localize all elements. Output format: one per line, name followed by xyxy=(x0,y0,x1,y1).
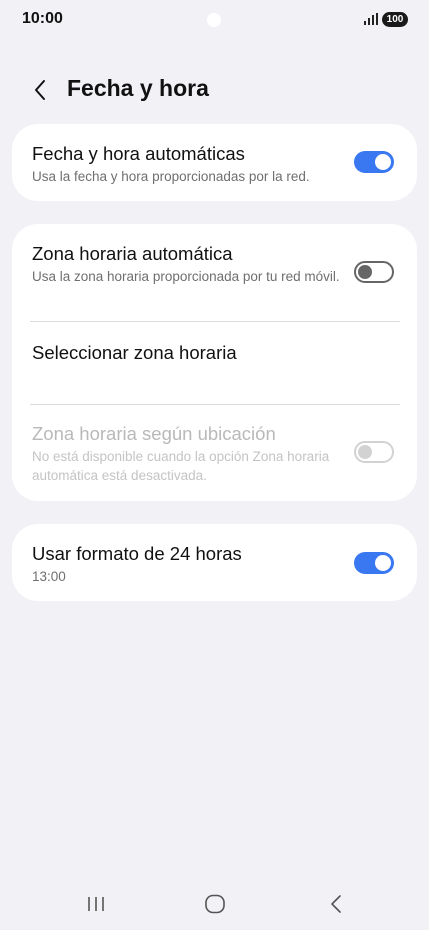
location-timezone-subtitle: No está disponible cuando la opción Zona… xyxy=(32,449,330,483)
back-icon xyxy=(331,895,341,913)
recents-button[interactable] xyxy=(76,884,116,924)
page-header: Fecha y hora xyxy=(0,68,429,112)
status-bar: 10:00 100 xyxy=(0,0,429,40)
signal-bars-icon xyxy=(364,13,378,25)
format-24h-title: Usar formato de 24 horas xyxy=(32,543,242,564)
location-timezone-row: Zona horaria según ubicación No está dis… xyxy=(12,405,417,501)
format-24h-toggle[interactable] xyxy=(354,552,394,574)
navigation-bar xyxy=(0,884,429,924)
auto-timezone-toggle[interactable] xyxy=(354,261,394,283)
auto-datetime-title: Fecha y hora automáticas xyxy=(32,143,245,164)
location-timezone-title: Zona horaria según ubicación xyxy=(32,423,276,444)
home-icon xyxy=(205,894,225,914)
camera-cutout xyxy=(207,13,221,27)
auto-datetime-card: Fecha y hora automáticas Usa la fecha y … xyxy=(12,124,417,201)
auto-datetime-subtitle: Usa la fecha y hora proporcionadas por l… xyxy=(32,169,310,184)
status-time: 10:00 xyxy=(22,10,63,27)
recents-icon xyxy=(88,897,104,911)
auto-timezone-row[interactable]: Zona horaria automática Usa la zona hora… xyxy=(12,224,417,321)
auto-timezone-title: Zona horaria automática xyxy=(32,243,233,264)
nav-back-button[interactable] xyxy=(316,884,356,924)
select-timezone-title: Seleccionar zona horaria xyxy=(32,342,237,363)
chevron-left-icon xyxy=(35,80,45,100)
location-timezone-toggle xyxy=(354,441,394,463)
format-24h-card: Usar formato de 24 horas 13:00 xyxy=(12,524,417,601)
auto-datetime-toggle[interactable] xyxy=(354,151,394,173)
back-button[interactable] xyxy=(24,74,56,106)
home-button[interactable] xyxy=(195,884,235,924)
battery-indicator: 100 xyxy=(382,12,408,27)
select-timezone-row[interactable]: Seleccionar zona horaria xyxy=(12,322,417,404)
format-24h-row[interactable]: Usar formato de 24 horas 13:00 xyxy=(12,524,417,601)
auto-timezone-subtitle: Usa la zona horaria proporcionada por tu… xyxy=(32,269,340,284)
page-title: Fecha y hora xyxy=(67,75,209,101)
auto-datetime-row[interactable]: Fecha y hora automáticas Usa la fecha y … xyxy=(12,124,417,201)
timezone-card: Zona horaria automática Usa la zona hora… xyxy=(12,224,417,501)
format-24h-subtitle: 13:00 xyxy=(32,569,66,584)
